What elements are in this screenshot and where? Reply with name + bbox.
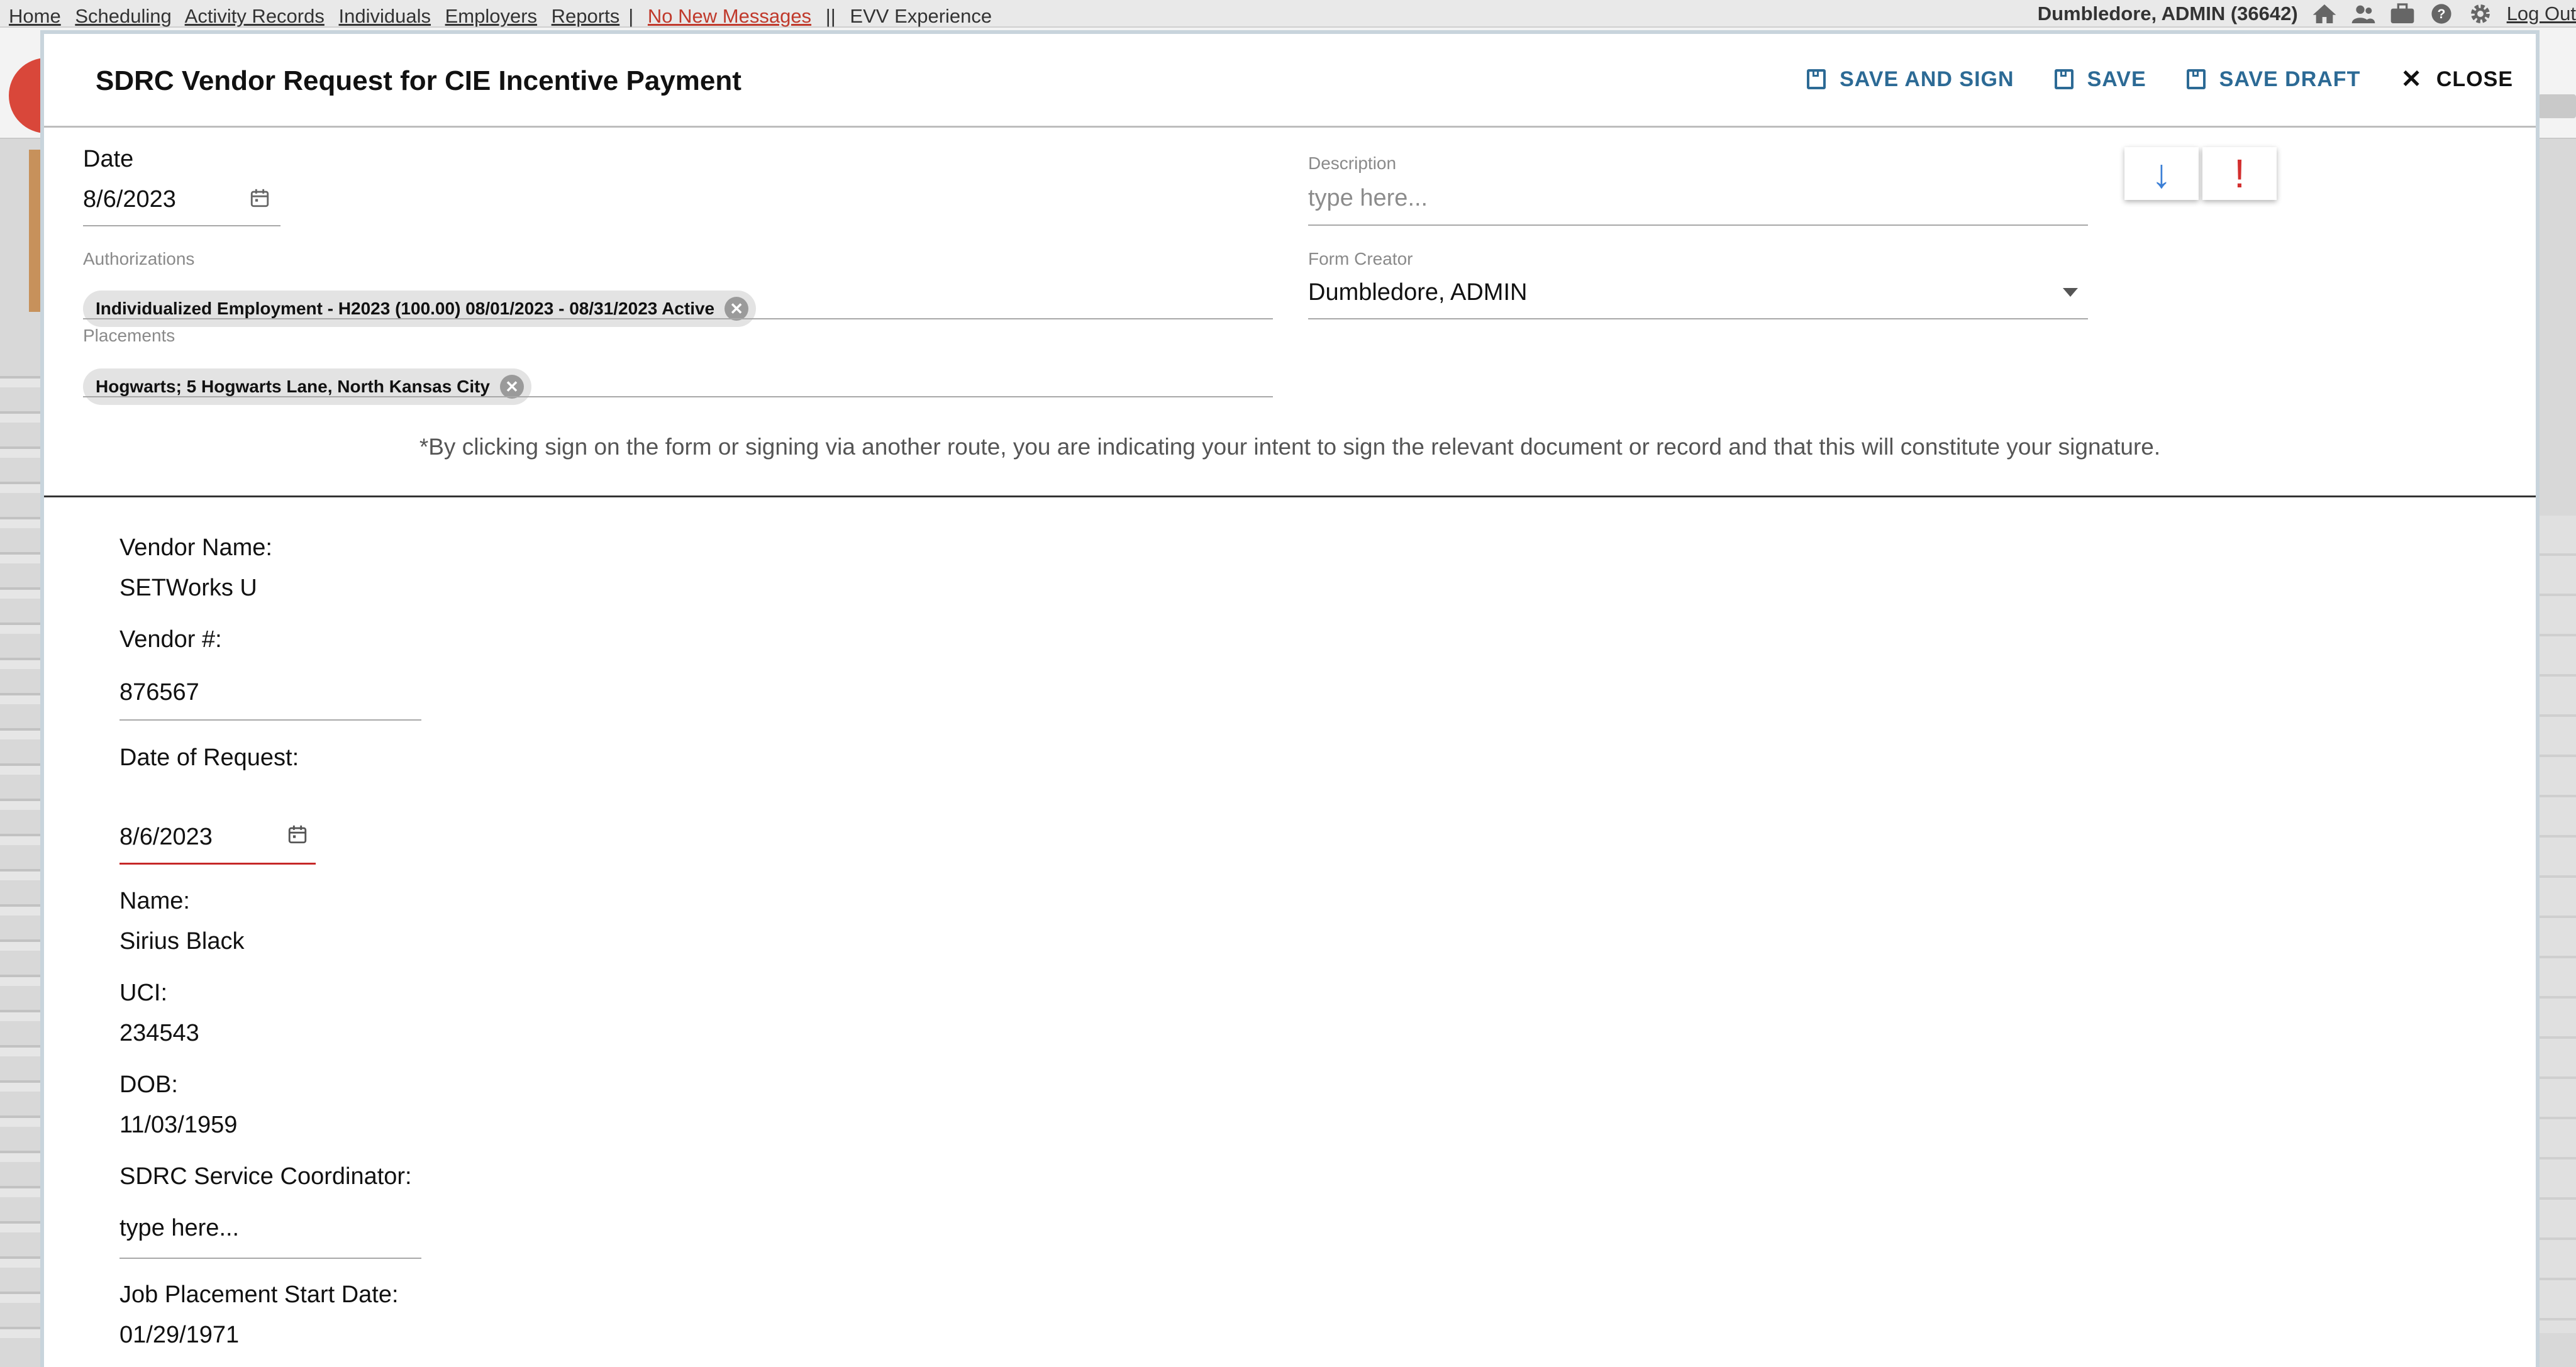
current-user: Dumbledore, ADMIN (36642)	[2037, 3, 2298, 25]
calendar-icon[interactable]	[249, 187, 270, 209]
save-draft-label: SAVE DRAFT	[2219, 67, 2361, 91]
date-underline	[83, 225, 280, 226]
save-icon	[1807, 69, 1826, 89]
nav-reports[interactable]: Reports	[552, 5, 620, 27]
briefcase-icon[interactable]	[2390, 3, 2415, 25]
authorization-chip[interactable]: Individualized Employment - H2023 (100.0…	[83, 291, 757, 327]
section-divider	[44, 495, 2536, 497]
date-of-request-underline	[119, 863, 316, 865]
save-and-sign-label: SAVE AND SIGN	[1840, 67, 2014, 91]
alert-icon: !	[2234, 151, 2245, 196]
vendor-number-input[interactable]: 876567	[119, 679, 199, 706]
save-button[interactable]: SAVE	[2054, 67, 2146, 92]
form-creator-select[interactable]: Dumbledore, ADMIN	[1308, 279, 1527, 306]
nav-messages[interactable]: No New Messages	[648, 5, 811, 27]
remove-chip-icon[interactable]: ✕	[724, 297, 749, 321]
placements-underline	[83, 396, 1273, 397]
close-button[interactable]: ✕ CLOSE	[2401, 67, 2513, 92]
coordinator-underline	[119, 1258, 421, 1259]
coordinator-label: SDRC Service Coordinator:	[119, 1163, 412, 1190]
placement-chip[interactable]: Hogwarts; 5 Hogwarts Lane, North Kansas …	[83, 368, 532, 405]
authorization-chip-label: Individualized Employment - H2023 (100.0…	[96, 299, 715, 318]
nav-individuals[interactable]: Individuals	[339, 5, 431, 27]
nav-separator: |	[628, 5, 634, 27]
background-dropdown	[2538, 94, 2576, 118]
save-and-sign-button[interactable]: SAVE AND SIGN	[1807, 67, 2014, 92]
form-creator-label: Form Creator	[1308, 249, 1413, 268]
placements-label: Placements	[83, 326, 175, 345]
vendor-name-label: Vendor Name:	[119, 534, 272, 561]
save-label: SAVE	[2087, 67, 2146, 91]
help-icon[interactable]: ?	[2429, 3, 2454, 25]
authorizations-underline	[83, 318, 1273, 319]
close-label: CLOSE	[2436, 67, 2513, 91]
home-icon[interactable]	[2312, 3, 2337, 25]
users-icon[interactable]	[2351, 3, 2376, 25]
modal-title: SDRC Vendor Request for CIE Incentive Pa…	[96, 65, 741, 96]
save-draft-button[interactable]: SAVE DRAFT	[2186, 67, 2361, 92]
coordinator-input[interactable]: type here...	[119, 1215, 239, 1242]
job-start-label: Job Placement Start Date:	[119, 1281, 399, 1308]
calendar-icon[interactable]	[287, 824, 308, 845]
close-icon: ✕	[2401, 65, 2423, 93]
nav-separator: ||	[825, 5, 836, 27]
description-underline	[1308, 224, 2088, 226]
nav-home[interactable]: Home	[9, 5, 61, 27]
job-start-value: 01/29/1971	[119, 1322, 240, 1348]
move-down-button[interactable]: ↓	[2124, 147, 2199, 200]
form-modal: SDRC Vendor Request for CIE Incentive Pa…	[44, 34, 2536, 1367]
remove-chip-icon[interactable]: ✕	[500, 375, 525, 399]
authorizations-label: Authorizations	[83, 249, 195, 268]
placement-chip-label: Hogwarts; 5 Hogwarts Lane, North Kansas …	[96, 377, 491, 396]
svg-text:?: ?	[2437, 6, 2445, 21]
dob-label: DOB:	[119, 1071, 178, 1098]
save-icon	[2054, 69, 2074, 89]
vendor-number-underline	[119, 719, 421, 721]
chevron-down-icon[interactable]	[2063, 288, 2078, 297]
name-value: Sirius Black	[119, 928, 245, 955]
form-creator-underline	[1308, 318, 2088, 319]
date-input[interactable]: 8/6/2023	[83, 186, 176, 213]
date-label: Date	[83, 146, 134, 172]
name-label: Name:	[119, 888, 190, 914]
nav-scheduling[interactable]: Scheduling	[75, 5, 171, 27]
description-label: Description	[1308, 153, 1397, 173]
nav-evv[interactable]: EVV Experience	[850, 5, 992, 27]
vendor-name-value: SETWorks U	[119, 575, 257, 601]
date-of-request-input[interactable]: 8/6/2023	[119, 824, 213, 851]
uci-label: UCI:	[119, 980, 167, 1006]
save-icon	[2186, 69, 2206, 89]
description-input[interactable]: type here...	[1308, 185, 1428, 212]
background-table	[2538, 516, 2576, 1333]
nav-employers[interactable]: Employers	[445, 5, 537, 27]
uci-value: 234543	[119, 1020, 199, 1046]
logout-link[interactable]: Log Out	[2507, 3, 2576, 25]
modal-header: SDRC Vendor Request for CIE Incentive Pa…	[44, 34, 2536, 128]
nav-activity-records[interactable]: Activity Records	[185, 5, 325, 27]
date-of-request-label: Date of Request:	[119, 744, 299, 771]
top-navigation: Home Scheduling Activity Records Individ…	[0, 0, 2576, 28]
background-list	[0, 352, 40, 1358]
dob-value: 11/03/1959	[119, 1112, 238, 1138]
signature-disclaimer: *By clicking sign on the form or signing…	[419, 434, 2161, 460]
vendor-number-label: Vendor #:	[119, 626, 222, 653]
gear-icon[interactable]	[2468, 3, 2493, 25]
arrow-down-icon: ↓	[2151, 151, 2172, 196]
flag-alert-button[interactable]: !	[2202, 147, 2277, 200]
nav-links: Home Scheduling Activity Records Individ…	[9, 5, 1001, 28]
